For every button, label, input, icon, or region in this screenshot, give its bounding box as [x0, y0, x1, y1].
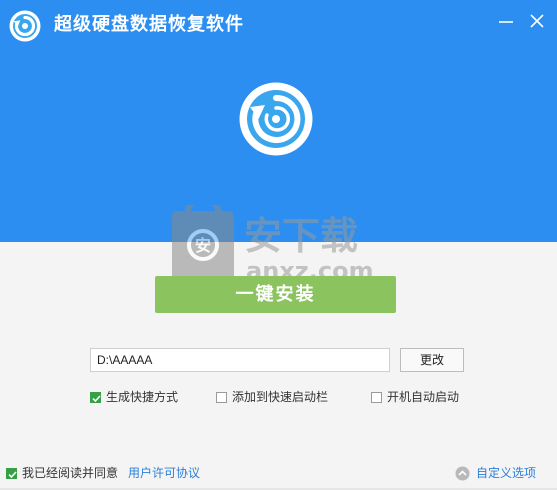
custom-options-label[interactable]: 自定义选项	[476, 464, 536, 482]
custom-options-toggle[interactable]: 自定义选项	[455, 464, 536, 482]
option-label: 添加到快速启动栏	[232, 390, 329, 404]
header-banner: 超级硬盘数据恢复软件	[0, 0, 557, 242]
option-label: 开机自动启动	[387, 390, 460, 404]
checkbox-quick-launch[interactable]	[216, 391, 227, 403]
app-logo-icon	[9, 10, 41, 42]
one-click-install-button[interactable]: 一键安装	[155, 276, 396, 313]
app-title: 超级硬盘数据恢复软件	[54, 14, 244, 35]
change-path-button[interactable]: 更改	[400, 348, 464, 372]
option-auto-start[interactable]: 开机自动启动	[371, 388, 459, 406]
agree-row: 我已经阅读并同意 用户许可协议	[6, 464, 200, 482]
checkbox-auto-start[interactable]	[371, 391, 382, 403]
checkbox-agree[interactable]	[6, 467, 17, 479]
option-create-shortcut[interactable]: 生成快捷方式	[90, 388, 178, 406]
check-icon	[92, 394, 101, 402]
option-label: 生成快捷方式	[106, 390, 179, 404]
install-path-input[interactable]: D:\AAAAA	[90, 348, 390, 372]
license-agreement-link[interactable]: 用户许可协议	[128, 464, 200, 482]
chevron-up-circle-icon[interactable]	[455, 466, 470, 481]
close-icon[interactable]	[524, 8, 550, 34]
minimize-icon[interactable]	[494, 10, 518, 34]
restore-arrow-icon	[239, 82, 313, 156]
checkbox-create-shortcut[interactable]	[90, 391, 101, 403]
agree-label: 我已经阅读并同意	[22, 466, 119, 480]
installer-window: 超级硬盘数据恢复软件 安 安下载 anxz.com 一键安装 D:\AAAAA …	[0, 0, 557, 490]
check-icon	[8, 470, 17, 478]
option-quick-launch[interactable]: 添加到快速启动栏	[216, 388, 328, 406]
